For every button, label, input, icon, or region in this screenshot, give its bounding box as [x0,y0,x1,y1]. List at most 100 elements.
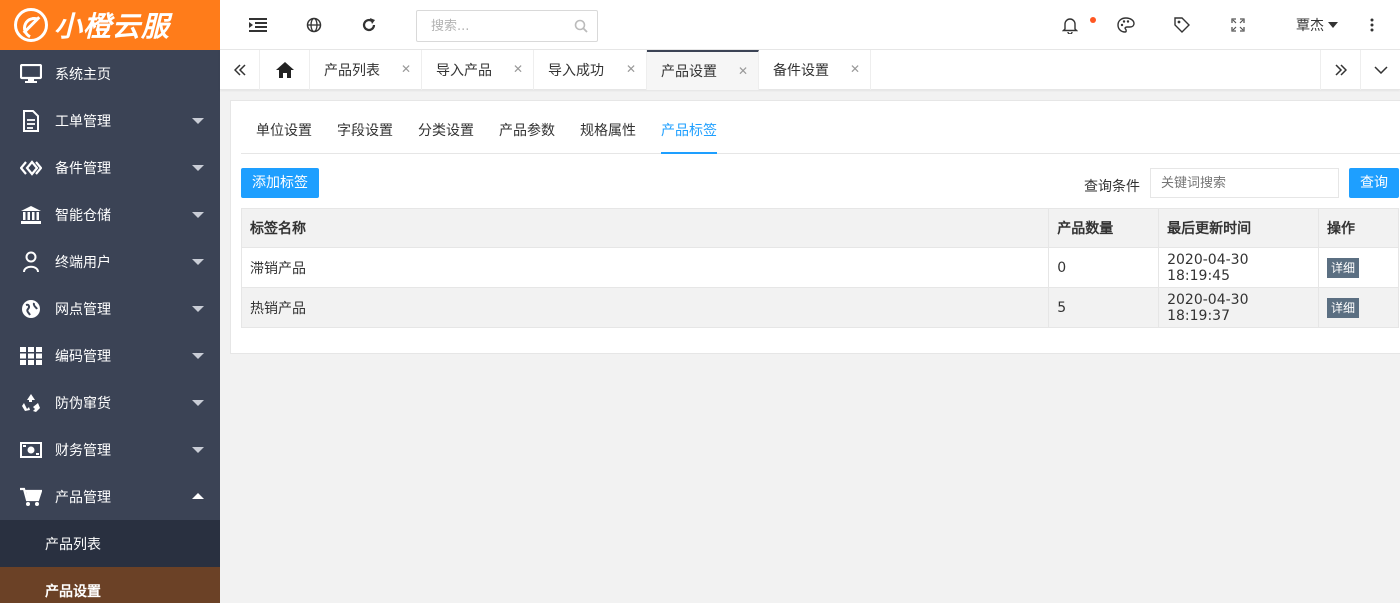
subtab-product-tags[interactable]: 产品标签 [661,114,717,154]
sidebar-item-label: 系统主页 [55,66,111,83]
sidebar-item-home[interactable]: 系统主页 [0,50,220,97]
caret-down-icon [192,353,204,359]
sidebar-item-warehouse[interactable]: 智能仓储 [0,191,220,238]
orange-logo-icon [14,8,48,42]
tag-icon[interactable] [1172,15,1192,35]
recycle-icon [20,392,42,414]
column-header: 产品数量 [1048,208,1160,248]
sidebar-item-label: 编码管理 [55,348,111,365]
sidebar-item-label: 工单管理 [55,113,111,130]
table-row: 热销产品 5 2020-04-30 18:19:37 详细 [240,287,1399,328]
content-card: 单位设置 字段设置 分类设置 产品参数 规格属性 产品标签 添加标签 查询条件 … [230,100,1400,354]
refresh-icon[interactable] [359,15,379,35]
sidebar-item-label: 备件管理 [55,160,111,177]
close-icon[interactable]: ✕ [738,65,748,77]
product-count-cell: 5 [1048,287,1160,328]
sidebar-item-label: 智能仓储 [55,207,111,224]
globe-icon [20,298,42,320]
query-button[interactable]: 查询 [1349,168,1399,198]
subtab-spec-attributes[interactable]: 规格属性 [580,114,636,154]
notification-dot [1090,17,1096,23]
sidebar-item-endusers[interactable]: 终端用户 [0,238,220,285]
tabs-menu-chevron-down-icon[interactable] [1360,50,1400,90]
close-icon[interactable]: ✕ [401,63,411,75]
sidebar-item-outlets[interactable]: 网点管理 [0,285,220,332]
caret-down-icon [192,118,204,124]
caret-down-icon[interactable] [1328,22,1338,28]
money-icon [20,439,42,461]
sidebar-item-coding[interactable]: 编码管理 [0,332,220,379]
action-cell: 详细 [1318,287,1399,328]
updated-time-cell: 2020-04-30 18:19:45 [1158,247,1320,288]
monitor-icon [20,63,42,85]
sidebar-item-label: 网点管理 [55,301,111,318]
caret-down-icon [192,306,204,312]
sidebar-subitem-product-settings[interactable]: 产品设置 [0,567,220,603]
keyword-search-input[interactable] [1150,168,1339,198]
close-icon[interactable]: ✕ [513,63,523,75]
close-icon[interactable]: ✕ [850,63,860,75]
caret-down-icon [192,447,204,453]
grid-icon [20,345,42,367]
product-count-cell: 0 [1048,247,1160,288]
tag-name-cell: 热销产品 [240,287,1050,328]
tab-label: 导入成功 [548,63,604,79]
cart-icon [20,486,42,508]
sidebar-subitem-product-list[interactable]: 产品列表 [0,520,220,567]
bank-icon [20,204,42,226]
filter-label: 查询条件 [1084,179,1140,195]
column-header: 标签名称 [240,208,1050,248]
tag-name-cell: 滞销产品 [240,247,1050,288]
sidebar-item-spareparts[interactable]: 备件管理 [0,144,220,191]
caret-down-icon [192,259,204,265]
sidebar-item-label: 终端用户 [55,254,111,271]
topbar: 覃杰 [220,0,1400,50]
page-tabbar: 产品列表 ✕ 导入产品 ✕ 导入成功 ✕ 产品设置 ✕ 备件设置 ✕ [220,50,1400,90]
search-icon[interactable] [574,19,588,37]
sidebar-item-finance[interactable]: 财务管理 [0,426,220,473]
table-row: 滞销产品 0 2020-04-30 18:19:45 详细 [240,247,1399,288]
menu-collapse-icon[interactable] [248,15,268,35]
bell-icon[interactable] [1060,15,1080,35]
brand-name: 小橙云服 [54,10,171,43]
tab-label: 导入产品 [436,63,492,79]
global-search[interactable] [416,10,598,42]
sidebar-item-products[interactable]: 产品管理 [0,473,220,520]
tab-product-settings[interactable]: 产品设置 ✕ [647,50,759,90]
subtab-category-settings[interactable]: 分类设置 [418,114,474,154]
tab-spare-settings[interactable]: 备件设置 ✕ [759,50,871,90]
tabs-scroll-right-icon[interactable] [1320,50,1360,90]
tabs-scroll-left-icon[interactable] [220,50,260,90]
tab-label: 产品列表 [324,63,380,79]
caret-down-icon [192,165,204,171]
diamond-link-icon [20,157,42,179]
close-icon[interactable]: ✕ [626,63,636,75]
subtab-unit-settings[interactable]: 单位设置 [256,114,312,154]
updated-time-cell: 2020-04-30 18:19:37 [1158,287,1320,328]
search-input[interactable] [417,11,567,41]
sidebar-item-anticounterfeit[interactable]: 防伪窜货 [0,379,220,426]
home-icon[interactable] [260,50,310,90]
tab-import-products[interactable]: 导入产品 ✕ [422,50,534,90]
detail-button[interactable]: 详细 [1327,257,1360,278]
palette-icon[interactable] [1116,15,1136,35]
caret-down-icon [192,212,204,218]
globe-icon[interactable] [304,15,324,35]
tab-import-success[interactable]: 导入成功 ✕ [534,50,647,90]
sidebar-item-workorders[interactable]: 工单管理 [0,97,220,144]
table-header-row: 标签名称 产品数量 最后更新时间 操作 [240,208,1399,248]
brand-logo[interactable]: 小橙云服 [0,0,220,50]
detail-button[interactable]: 详细 [1327,297,1360,318]
add-tag-button[interactable]: 添加标签 [241,168,319,198]
tab-product-list[interactable]: 产品列表 ✕ [310,50,422,90]
tags-table: 标签名称 产品数量 最后更新时间 操作 滞销产品 0 2020-04-30 18… [240,208,1399,328]
sidebar-item-label: 防伪窜货 [55,395,111,412]
column-header: 操作 [1318,208,1399,248]
caret-up-icon [192,493,204,499]
subtab-field-settings[interactable]: 字段设置 [337,114,393,154]
subtab-product-params[interactable]: 产品参数 [499,114,555,154]
sidebar-item-label: 产品管理 [55,489,111,506]
fullscreen-icon[interactable] [1228,15,1248,35]
user-menu[interactable]: 覃杰 [1296,15,1324,35]
more-vertical-icon[interactable] [1362,15,1382,35]
